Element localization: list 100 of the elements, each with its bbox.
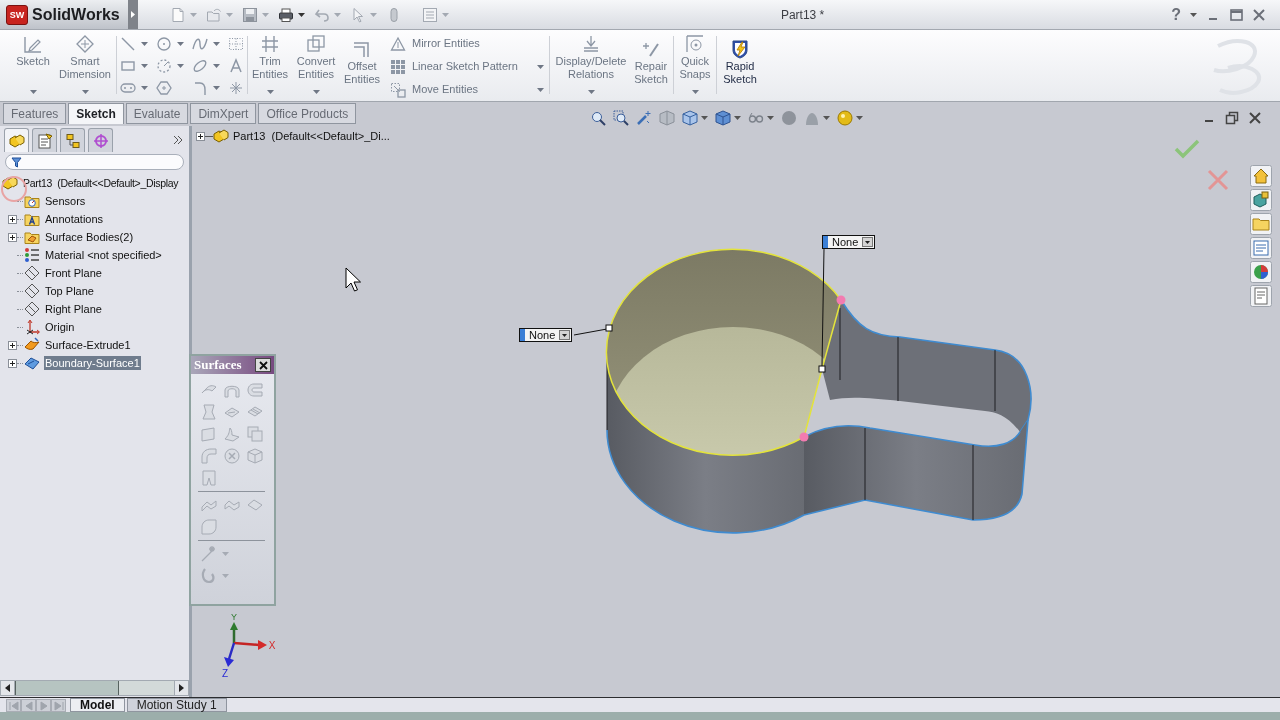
double-chevron-icon[interactable] <box>173 135 183 145</box>
crosshair-icon <box>92 132 109 149</box>
caret-icon[interactable] <box>856 116 863 120</box>
glasses-icon[interactable] <box>748 110 764 126</box>
open-folder-icon[interactable] <box>206 6 222 23</box>
tree-item[interactable]: Origin <box>44 320 76 334</box>
tree-item[interactable]: Surface-Extrude1 <box>44 338 132 352</box>
curved-sheet-icon <box>24 337 40 353</box>
tree-item[interactable]: Material <not specified> <box>44 248 163 262</box>
filter-field[interactable] <box>5 154 184 170</box>
check-mark-icon[interactable] <box>1174 138 1200 160</box>
model-tab[interactable]: Model <box>70 698 125 712</box>
expand-box-icon[interactable] <box>8 358 17 368</box>
expand-box-icon[interactable] <box>8 340 17 350</box>
callout-box[interactable]: None <box>822 235 876 249</box>
folder-letter-icon <box>24 211 40 227</box>
handle-square-icon[interactable] <box>605 324 613 332</box>
caret-icon[interactable] <box>298 12 305 17</box>
tree-item[interactable]: Top Plane <box>44 284 95 298</box>
command-tab[interactable]: Features <box>3 103 67 124</box>
next-page-button[interactable] <box>36 699 51 712</box>
restore-icon[interactable] <box>1225 111 1239 125</box>
point-marker-icon[interactable] <box>799 432 809 442</box>
property-sheet-icon[interactable] <box>1250 285 1272 307</box>
folder-surface-icon <box>24 229 40 245</box>
printer-icon[interactable] <box>278 6 294 23</box>
stacked-squares-icon <box>305 33 327 55</box>
caret-icon[interactable] <box>1190 12 1197 17</box>
x-axis-arrow <box>233 640 267 650</box>
property-sheet-icon <box>36 132 53 149</box>
callout-box[interactable]: None <box>519 328 573 342</box>
magnifier-box-icon[interactable] <box>613 110 629 126</box>
sphere-icon[interactable] <box>781 110 797 126</box>
sphere-icon[interactable] <box>837 110 853 126</box>
square-grid-icon <box>390 58 406 75</box>
handle-square-icon[interactable] <box>818 365 826 373</box>
app-logo-badge: SW <box>6 4 28 25</box>
toolbar-title: Surfaces <box>194 357 242 373</box>
point-marker-icon[interactable] <box>836 295 846 305</box>
panel-tab[interactable] <box>4 128 29 152</box>
tree-item[interactable]: Annotations <box>44 212 105 226</box>
caret-icon[interactable] <box>767 116 774 120</box>
list-options-icon[interactable] <box>422 6 438 23</box>
caret-icon[interactable] <box>701 116 708 120</box>
panel-tab[interactable] <box>32 128 57 152</box>
diamond-plus-icon <box>74 33 96 55</box>
list-panel-icon[interactable] <box>1250 237 1272 259</box>
command-tab[interactable]: Sketch <box>68 103 124 124</box>
wand-icon[interactable] <box>636 110 652 126</box>
folder-icon[interactable] <box>1250 213 1272 235</box>
scrollbar-thumb[interactable] <box>15 681 119 695</box>
menu-expand-button[interactable] <box>128 0 138 29</box>
magnifier-icon[interactable] <box>590 110 606 126</box>
axis-label: Y <box>231 612 237 622</box>
close-icon[interactable] <box>1252 7 1266 22</box>
rapid-sketch-button[interactable]: Rapid Sketch <box>720 38 760 86</box>
lightning-shield-icon <box>729 38 751 60</box>
home-icon[interactable] <box>1250 165 1272 187</box>
triangle-right-icon <box>131 11 135 18</box>
shaded-cube-icon[interactable] <box>715 110 731 126</box>
pointer-arrow-icon[interactable] <box>350 6 366 23</box>
view-cube-icon[interactable] <box>682 110 698 126</box>
axis-label: X <box>268 640 276 651</box>
tree-item[interactable]: Surface Bodies(2) <box>44 230 135 244</box>
flyout-tree-item[interactable]: Part13 (Default<<Default>_Di... <box>233 127 390 145</box>
split-cube-icon[interactable] <box>659 110 675 126</box>
command-tab[interactable]: DimXpert <box>190 103 257 124</box>
caret-icon[interactable] <box>734 116 741 120</box>
tree-item[interactable]: Front Plane <box>44 266 103 280</box>
axis-label: Z <box>221 668 229 679</box>
tree-item[interactable]: Sensors <box>44 194 87 208</box>
previous-page-button[interactable] <box>21 699 36 712</box>
help-button[interactable]: ? <box>1171 5 1181 24</box>
part-blocks-icon <box>8 132 25 149</box>
scroll-right-button[interactable] <box>174 680 189 696</box>
command-tab[interactable]: Office Products <box>258 103 357 124</box>
move-squares-icon <box>390 81 406 98</box>
tree-item[interactable]: Part13 (Default<<Default>_Display <box>22 176 180 190</box>
dropdown-button[interactable] <box>559 330 571 340</box>
cube-parts-icon[interactable] <box>1250 189 1272 211</box>
expand-box-icon[interactable] <box>8 232 17 242</box>
command-tab[interactable]: Evaluate <box>125 103 189 124</box>
panel-tab[interactable] <box>88 128 113 152</box>
model-tab[interactable]: Motion Study 1 <box>126 698 227 712</box>
tree-item[interactable]: Boundary-Surface1 <box>44 356 141 370</box>
caret-icon[interactable] <box>823 116 830 120</box>
new-document-icon[interactable] <box>170 6 186 23</box>
close-button[interactable] <box>255 358 271 372</box>
dropdown-button[interactable] <box>862 237 874 247</box>
tree-item[interactable]: Right Plane <box>44 302 103 316</box>
expand-box-icon[interactable] <box>8 214 17 224</box>
callout-text: None <box>831 236 860 248</box>
scroll-left-button[interactable] <box>0 680 15 696</box>
crossed-lines-icon <box>259 33 281 55</box>
last-page-button[interactable] <box>51 699 66 712</box>
close-icon[interactable] <box>1248 111 1262 125</box>
expand-box-icon[interactable] <box>196 131 205 141</box>
right-arrow-icon <box>38 700 49 711</box>
panel-tab[interactable] <box>60 128 85 152</box>
maximize-icon[interactable] <box>1229 7 1243 22</box>
